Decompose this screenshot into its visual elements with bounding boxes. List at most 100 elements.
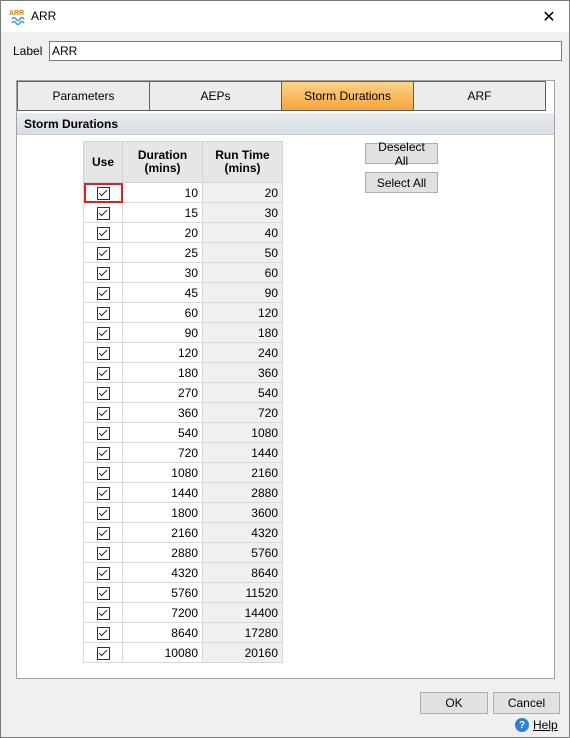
use-cell[interactable] [83,602,123,623]
use-cell[interactable] [83,482,123,503]
use-cell[interactable] [83,182,123,203]
tab-arf[interactable]: ARF [413,81,546,111]
use-cell[interactable] [83,202,123,223]
use-cell[interactable] [83,642,123,663]
use-checkbox[interactable] [96,206,110,220]
use-cell[interactable] [83,502,123,523]
cancel-button[interactable]: Cancel [493,692,560,714]
help-icon: ? [515,718,529,732]
run-time-cell: 17280 [202,622,283,643]
duration-cell[interactable]: 2160 [122,522,203,543]
use-checkbox[interactable] [96,286,110,300]
duration-cell[interactable]: 90 [122,322,203,343]
use-cell[interactable] [83,282,123,303]
duration-cell[interactable]: 10 [122,182,203,203]
tab-parameters[interactable]: Parameters [17,81,149,111]
table-row: 25 50 [83,242,283,263]
duration-cell[interactable]: 25 [122,242,203,263]
duration-cell[interactable]: 20 [122,222,203,243]
use-cell[interactable] [83,362,123,383]
table-row: 1440 2880 [83,482,283,503]
column-header-duration[interactable]: Duration (mins) [122,141,203,183]
close-button[interactable]: ✕ [529,1,569,32]
use-checkbox[interactable] [96,626,110,640]
table-row: 10 20 [83,182,283,203]
runtime-header-line2: (mins) [224,161,261,175]
use-cell[interactable] [83,542,123,563]
section-header: Storm Durations [17,113,554,135]
column-header-run-time[interactable]: Run Time (mins) [202,141,283,183]
duration-cell[interactable]: 180 [122,362,203,383]
duration-cell[interactable]: 60 [122,302,203,323]
use-checkbox[interactable] [96,186,110,200]
duration-cell[interactable]: 1080 [122,462,203,483]
duration-cell[interactable]: 5760 [122,582,203,603]
use-checkbox[interactable] [96,486,110,500]
duration-cell[interactable]: 15 [122,202,203,223]
use-checkbox[interactable] [96,326,110,340]
use-checkbox[interactable] [96,266,110,280]
use-cell[interactable] [83,622,123,643]
use-cell[interactable] [83,262,123,283]
use-checkbox[interactable] [96,586,110,600]
tab-storm-durations[interactable]: Storm Durations [281,81,413,111]
use-cell[interactable] [83,242,123,263]
run-time-cell: 20160 [202,642,283,663]
tab-aeps[interactable]: AEPs [149,81,281,111]
use-checkbox[interactable] [96,466,110,480]
use-checkbox[interactable] [96,306,110,320]
use-cell[interactable] [83,422,123,443]
duration-cell[interactable]: 8640 [122,622,203,643]
use-checkbox[interactable] [96,546,110,560]
duration-cell[interactable]: 30 [122,262,203,283]
use-cell[interactable] [83,562,123,583]
run-time-cell: 2880 [202,482,283,503]
use-checkbox[interactable] [96,506,110,520]
use-cell[interactable] [83,582,123,603]
duration-cell[interactable]: 360 [122,402,203,423]
use-checkbox[interactable] [96,226,110,240]
run-time-cell: 30 [202,202,283,223]
duration-cell[interactable]: 45 [122,282,203,303]
ok-button[interactable]: OK [420,692,488,714]
use-cell[interactable] [83,322,123,343]
use-cell[interactable] [83,382,123,403]
duration-cell[interactable]: 1440 [122,482,203,503]
select-all-button[interactable]: Select All [365,172,438,193]
use-checkbox[interactable] [96,446,110,460]
help-link[interactable]: ? Help [515,718,558,732]
use-cell[interactable] [83,342,123,363]
use-checkbox[interactable] [96,426,110,440]
use-cell[interactable] [83,442,123,463]
duration-cell[interactable]: 270 [122,382,203,403]
use-checkbox[interactable] [96,566,110,580]
duration-cell[interactable]: 2880 [122,542,203,563]
run-time-cell: 11520 [202,582,283,603]
use-cell[interactable] [83,522,123,543]
use-cell[interactable] [83,302,123,323]
duration-cell[interactable]: 540 [122,422,203,443]
use-checkbox[interactable] [96,406,110,420]
label-input[interactable] [49,41,562,61]
duration-cell[interactable]: 4320 [122,562,203,583]
column-header-use[interactable]: Use [83,141,123,183]
table-row: 1080 2160 [83,462,283,483]
table-row: 360 720 [83,402,283,423]
use-cell[interactable] [83,462,123,483]
deselect-all-button[interactable]: Deselect All [365,140,438,168]
use-cell[interactable] [83,222,123,243]
run-time-cell: 40 [202,222,283,243]
duration-cell[interactable]: 7200 [122,602,203,623]
use-checkbox[interactable] [96,246,110,260]
duration-cell[interactable]: 10080 [122,642,203,663]
use-cell[interactable] [83,402,123,423]
use-checkbox[interactable] [96,606,110,620]
duration-cell[interactable]: 120 [122,342,203,363]
duration-cell[interactable]: 720 [122,442,203,463]
use-checkbox[interactable] [96,366,110,380]
use-checkbox[interactable] [96,346,110,360]
duration-cell[interactable]: 1800 [122,502,203,523]
use-checkbox[interactable] [96,386,110,400]
use-checkbox[interactable] [96,646,110,660]
use-checkbox[interactable] [96,526,110,540]
